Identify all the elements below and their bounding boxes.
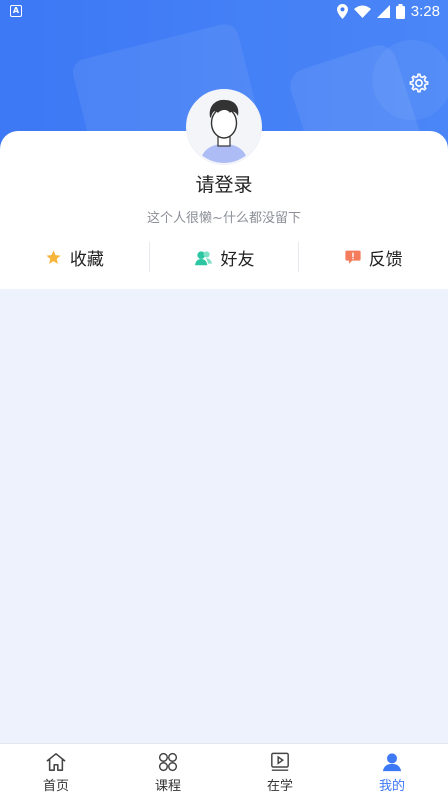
settings-gear-icon[interactable] — [408, 72, 430, 94]
star-icon — [46, 249, 61, 264]
feedback-icon — [345, 250, 361, 264]
bottom-tab-bar: 首页 课程 在学 我的 — [0, 743, 448, 798]
tab-learning[interactable]: 在学 — [224, 744, 336, 798]
status-time: 3:28 — [410, 3, 440, 20]
cell-signal-icon — [376, 5, 390, 18]
tab-home[interactable]: 首页 — [0, 744, 112, 798]
tab-learning-label: 在学 — [266, 779, 293, 794]
status-bar: A 3:28 — [0, 0, 448, 24]
profile-icon — [382, 753, 402, 772]
feedback-label: 反馈 — [368, 249, 403, 270]
tab-profile[interactable]: 我的 — [336, 744, 448, 798]
home-icon — [46, 753, 66, 771]
avatar[interactable] — [186, 89, 262, 165]
tab-home-label: 首页 — [42, 779, 69, 794]
friends-label: 好友 — [220, 249, 255, 270]
battery-icon — [395, 4, 405, 19]
tab-courses-label: 课程 — [154, 779, 181, 794]
favorites-button[interactable]: 收藏 — [0, 240, 149, 274]
login-prompt[interactable]: 请登录 — [0, 170, 448, 197]
friends-icon — [194, 250, 212, 265]
tab-courses[interactable]: 课程 — [112, 744, 224, 798]
quick-actions: 收藏 好友 反馈 — [0, 240, 448, 274]
location-icon — [336, 4, 348, 19]
tab-profile-label: 我的 — [378, 779, 405, 794]
profile-bio: 这个人很懒~什么都没留下 — [147, 211, 301, 226]
app-notification-icon: A — [10, 5, 22, 17]
courses-icon — [158, 752, 178, 772]
friends-button[interactable]: 好友 — [150, 240, 299, 274]
default-avatar-icon — [188, 91, 260, 163]
wifi-icon — [353, 5, 371, 18]
learning-icon — [271, 752, 289, 771]
favorites-label: 收藏 — [69, 249, 104, 270]
feedback-button[interactable]: 反馈 — [299, 240, 448, 274]
